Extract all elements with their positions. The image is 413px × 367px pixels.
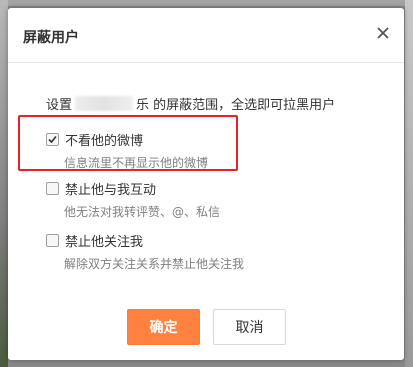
dialog-title: 屏蔽用户 (23, 30, 79, 46)
blurred-username (75, 96, 134, 111)
confirm-button[interactable]: 确定 (127, 309, 200, 345)
description-suffix: 的屏蔽范围，全选即可拉黑用户 (149, 98, 336, 113)
block-interaction-hint: 他无法对我转评赞、@、私信 (64, 205, 221, 219)
block-interaction-checkbox[interactable] (46, 181, 59, 195)
background-page-left (0, 0, 8, 367)
hide-weibo-checkbox[interactable] (46, 132, 59, 146)
block-scope-description: 设置 乐 的屏蔽范围，全选即可拉黑用户 (46, 94, 335, 113)
hide-weibo-label: 不看他的微博 (65, 133, 144, 149)
option-block-interaction-row[interactable]: 禁止他与我互动 (46, 179, 220, 198)
description-name-suffix: 乐 (136, 98, 150, 113)
dialog-header: 屏蔽用户 (8, 8, 404, 63)
background-page-right (405, 0, 413, 367)
description-prefix: 设置 (46, 98, 73, 113)
option-block-interaction: 禁止他与我互动 他无法对我转评赞、@、私信 (46, 179, 220, 220)
option-hide-weibo: 不看他的微博 信息流里不再显示他的微博 (46, 130, 208, 171)
option-block-follow: 禁止他关注我 解除双方关注关系并禁止他关注我 (46, 231, 244, 272)
block-user-dialog: 屏蔽用户 设置 乐 的屏蔽范围，全选即可拉黑用户 不看他的微博 信息流里不再显示他… (8, 8, 404, 360)
block-follow-checkbox[interactable] (46, 233, 59, 247)
option-block-follow-row[interactable]: 禁止他关注我 (46, 231, 244, 250)
block-follow-hint: 解除双方关注关系并禁止他关注我 (64, 257, 245, 271)
block-follow-label: 禁止他关注我 (65, 234, 144, 250)
background-page-bar (0, 0, 413, 6)
cancel-button[interactable]: 取消 (213, 309, 286, 345)
checkmark-icon (48, 135, 57, 143)
hide-weibo-hint: 信息流里不再显示他的微博 (64, 156, 209, 170)
close-icon[interactable] (374, 24, 392, 42)
option-hide-weibo-row[interactable]: 不看他的微博 (46, 130, 208, 149)
block-interaction-label: 禁止他与我互动 (65, 182, 157, 198)
